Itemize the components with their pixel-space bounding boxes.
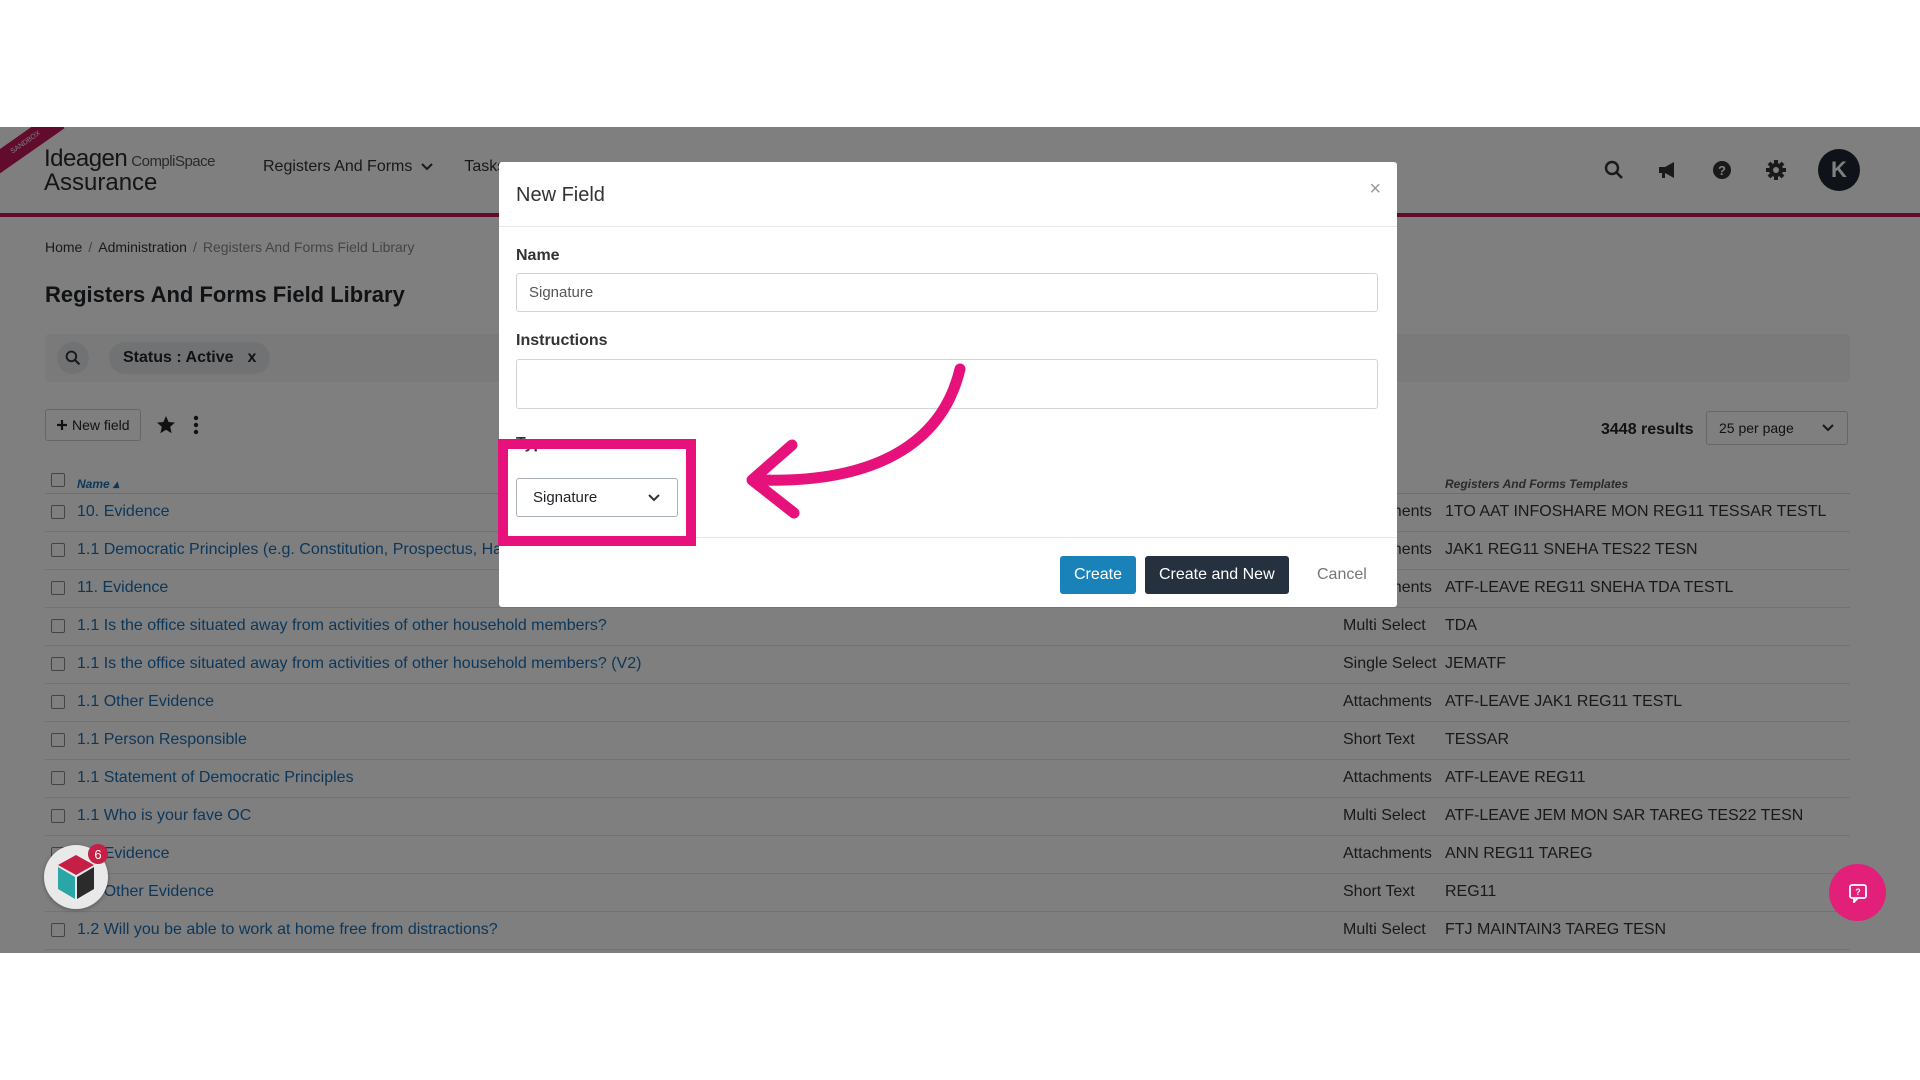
chat-question-icon: ? (1848, 883, 1867, 903)
modal-footer: Create Create and New Cancel (499, 537, 1397, 608)
modal-title: New Field (516, 184, 605, 206)
notification-count-badge: 6 (88, 844, 108, 864)
annotation-arrow-icon (746, 363, 966, 519)
highlight-box (498, 439, 696, 546)
svg-text:?: ? (1855, 887, 1861, 897)
close-icon[interactable]: × (1369, 178, 1381, 201)
instructions-label: Instructions (516, 332, 608, 349)
name-label: Name (516, 247, 560, 264)
name-input[interactable]: Signature (516, 273, 1378, 312)
cancel-button[interactable]: Cancel (1317, 556, 1367, 594)
chat-help-button[interactable]: ? (1829, 864, 1886, 921)
create-and-new-button[interactable]: Create and New (1145, 556, 1289, 594)
create-button[interactable]: Create (1060, 556, 1137, 594)
app-window: SANDBOX IdeagenCompliSpace Assurance Reg… (0, 127, 1920, 953)
modal-header: New Field × (499, 162, 1397, 227)
